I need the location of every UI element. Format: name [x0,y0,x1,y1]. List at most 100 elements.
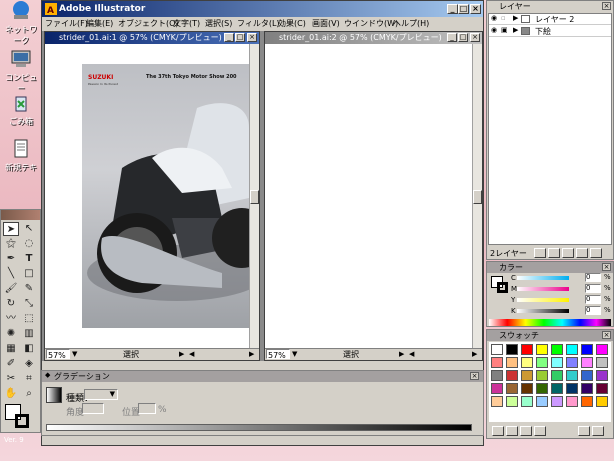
swatch[interactable] [581,370,593,381]
swatch[interactable] [521,344,533,355]
document-1-vertical-scrollbar[interactable] [249,44,259,348]
channel-y-slider[interactable] [517,298,569,302]
color-stroke-box[interactable] [497,282,508,293]
scale-tool[interactable]: ⤡ [21,297,37,311]
swatch[interactable] [506,357,518,368]
selection-tool[interactable]: ➤ [3,222,19,236]
menu-file[interactable]: ファイル(F) [45,18,88,30]
swatch[interactable] [581,344,593,355]
show-all-swatches-button[interactable] [492,426,504,436]
swatch[interactable] [491,357,503,368]
swatch[interactable] [506,396,518,407]
paintbrush-tool[interactable]: 🖌 [3,282,19,296]
expand-arrow-icon[interactable]: ▶ [513,26,518,34]
swatch[interactable] [566,383,578,394]
lasso-tool[interactable]: ◌ [21,237,37,251]
layers-panel-close-button[interactable]: × [602,2,611,10]
menu-view[interactable]: 画面(V) [312,18,340,30]
status-menu-arrow-icon[interactable]: ▶ [179,349,184,360]
swatch[interactable] [491,396,503,407]
gradient-panel-close-button[interactable]: × [470,372,479,380]
color-spectrum-bar[interactable] [489,319,611,326]
gradient-type-select[interactable]: ▼ [84,389,118,400]
doc1-minimize-button[interactable]: _ [224,33,234,42]
new-layer-button[interactable] [576,248,588,258]
free-transform-tool[interactable]: ⬚ [21,312,37,326]
swatch[interactable] [536,344,548,355]
swatch[interactable] [596,357,608,368]
scissors-tool[interactable]: ✂ [3,372,19,386]
maximize-button[interactable]: □ [458,4,469,14]
scroll-left-icon[interactable]: ◀ [189,349,194,360]
eyedropper-tool[interactable]: ✐ [3,357,19,371]
close-button[interactable]: × [470,4,481,14]
swatch[interactable] [566,357,578,368]
magic-wand-tool[interactable]: ⚝ [3,237,19,251]
swatches-panel-close-button[interactable]: × [602,331,611,339]
swatch[interactable] [506,383,518,394]
swatch[interactable] [581,357,593,368]
scroll-right-icon[interactable]: ▶ [472,349,477,360]
layers-panel-title-bar[interactable]: レイヤー × [487,1,613,12]
panel-menu-icon[interactable]: ◆ [45,371,50,379]
lock-icon[interactable]: ▣ [501,26,508,34]
color-panel-title-bar[interactable]: カラー × [487,262,613,273]
swatch[interactable] [536,370,548,381]
new-swatch-button[interactable] [578,426,590,436]
swatch[interactable] [596,383,608,394]
direct-selection-tool[interactable]: ↖ [21,222,37,236]
document-1-canvas[interactable]: SUZUKI Passion In Its Purest The 37th To… [45,44,249,348]
show-pattern-swatches-button[interactable] [534,426,546,436]
menu-type[interactable]: 文字(T) [173,18,200,30]
swatch[interactable] [551,344,563,355]
swatch[interactable] [491,370,503,381]
swatch[interactable] [566,370,578,381]
swatch[interactable] [521,396,533,407]
desktop-icon-network[interactable]: ネットワーク [2,0,40,46]
zoom-dropdown-arrow-icon[interactable]: ▼ [292,349,297,360]
menu-edit[interactable]: 編集(E) [86,18,113,30]
channel-c-slider[interactable] [517,276,569,280]
make-clipping-mask-button[interactable] [548,248,560,258]
swatch[interactable] [551,383,563,394]
swatch[interactable] [596,344,608,355]
new-sublayer-button[interactable] [562,248,574,258]
graph-tool[interactable]: ▥ [21,327,37,341]
app-title-bar[interactable]: A Adobe Illustrator _ □ × [42,1,483,17]
color-panel-close-button[interactable]: × [602,263,611,271]
expand-arrow-icon[interactable]: ▶ [513,14,518,22]
symbol-sprayer-tool[interactable]: ✺ [3,327,19,341]
layer-row[interactable]: ◉ ▫ ▶ レイヤー 2 [489,14,611,25]
swatch[interactable] [521,383,533,394]
swatch[interactable] [551,370,563,381]
line-tool[interactable]: ╲ [3,267,19,281]
menu-window[interactable]: ウインドウ(W) [344,18,398,30]
document-2-zoom-field[interactable]: 57% [266,349,290,360]
document-2-canvas[interactable] [265,44,472,348]
status-menu-arrow-icon[interactable]: ▶ [399,349,404,360]
menu-select[interactable]: 選択(S) [205,18,232,30]
scroll-right-icon[interactable]: ▶ [249,349,254,360]
swatch[interactable] [581,396,593,407]
document-1-vscroll-thumb[interactable] [250,190,259,204]
desktop-icon-text-file[interactable]: 新規テキ [2,138,40,173]
doc2-maximize-button[interactable]: □ [458,33,468,42]
channel-m-slider[interactable] [517,287,569,291]
eye-icon[interactable]: ◉ [491,14,497,22]
show-color-swatches-button[interactable] [506,426,518,436]
menu-object[interactable]: オブジェクト(O) [118,18,179,30]
swatch[interactable] [521,357,533,368]
rectangle-tool[interactable]: □ [21,267,37,281]
swatch[interactable] [491,344,503,355]
swatch[interactable] [566,344,578,355]
zoom-dropdown-arrow-icon[interactable]: ▼ [72,349,77,360]
menu-help[interactable]: ヘルプ(H) [393,18,429,30]
lock-toggle[interactable]: ▫ [501,14,506,22]
doc2-close-button[interactable]: × [470,33,480,42]
document-2-vscroll-thumb[interactable] [473,190,482,204]
swatch[interactable] [536,396,548,407]
gradient-panel-title-bar[interactable]: ◆ グラデーション × [42,371,483,382]
layer-row[interactable]: ◉ ▣ ▶ 下絵 [489,26,611,37]
swatches-panel-title-bar[interactable]: スウォッチ × [487,330,613,341]
hand-tool[interactable]: ✋ [3,387,19,401]
